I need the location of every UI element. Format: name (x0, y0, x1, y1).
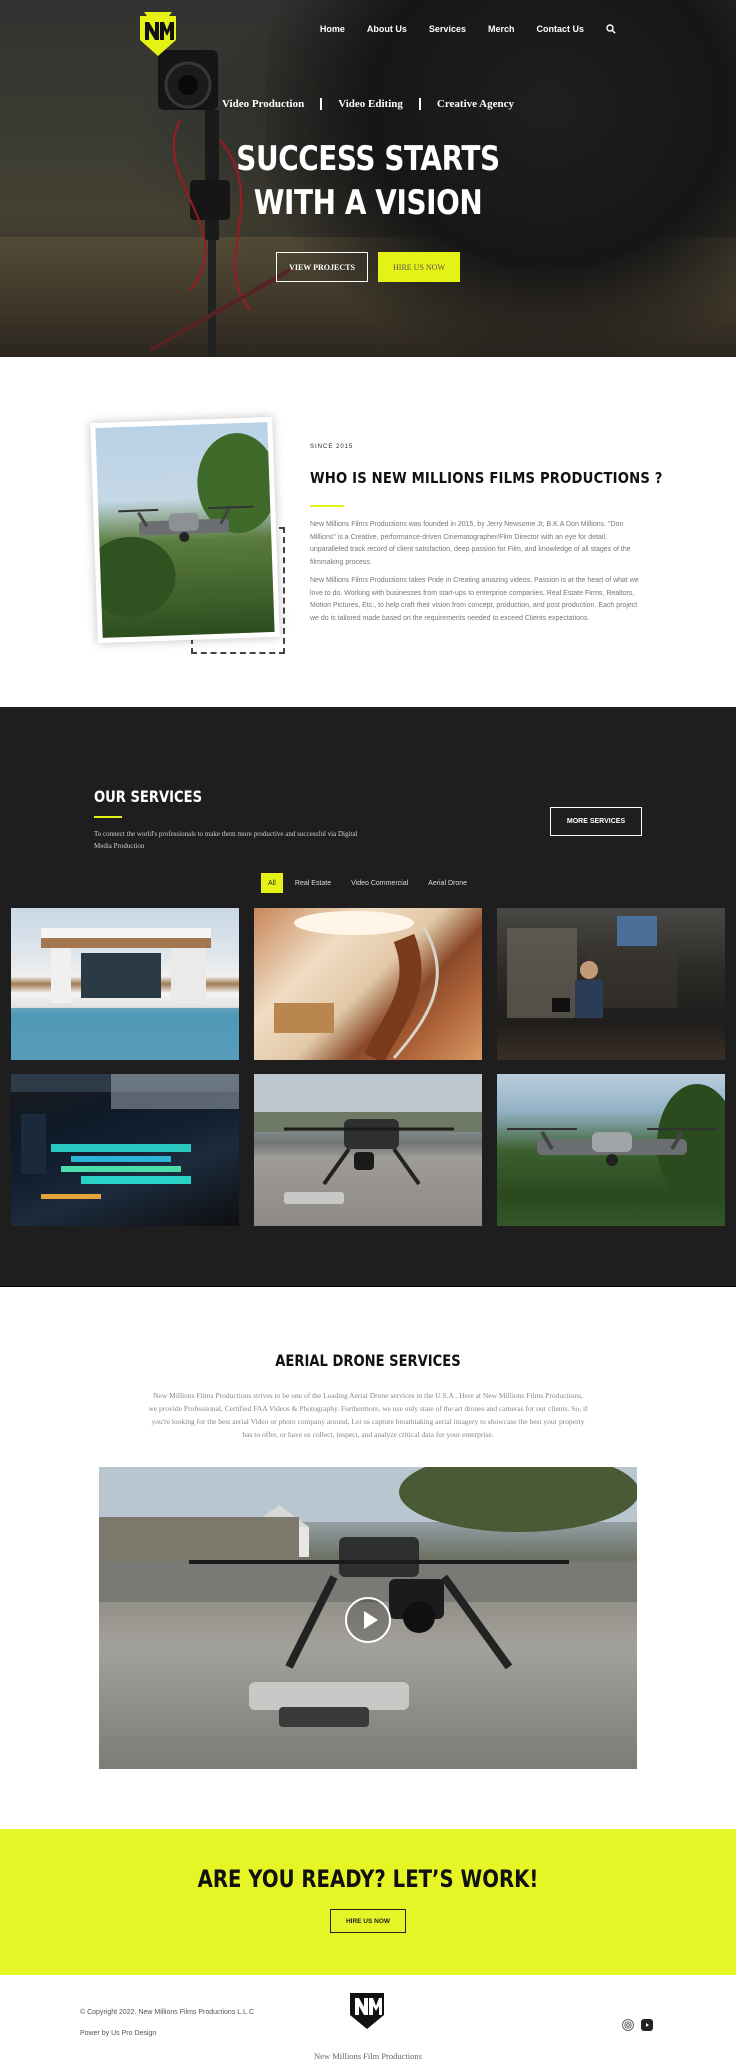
hero-service-video-production: Video Production (222, 98, 305, 110)
brand-logo[interactable] (136, 10, 180, 60)
drone-video[interactable] (99, 1467, 637, 1769)
portfolio-item-drone-flying[interactable] (497, 1074, 725, 1226)
footer: © Copyright 2022. New Millions Films Pro… (0, 1975, 736, 2071)
cta-hire-us-button[interactable]: HIRE US NOW (330, 1909, 406, 1933)
nav-about-us[interactable]: About Us (367, 24, 407, 34)
footer-logo[interactable] (346, 1987, 388, 2033)
copyright-text: © Copyright 2022. New Millions Films Pro… (80, 2009, 255, 2016)
cta-title: ARE YOU READY? LET’S WORK! (197, 1865, 539, 1893)
portfolio-item-modern-house[interactable] (11, 908, 239, 1060)
drone-title: AERIAL DRONE SERVICES (275, 1351, 461, 1370)
filter-aerial-drone[interactable]: Aerial Drone (420, 873, 475, 893)
hero-title: SUCCESS STARTS WITH A VISION (66, 137, 670, 225)
portfolio-filters: All Real Estate Video Commercial Aerial … (0, 873, 736, 893)
drone-description: New Millions Films Productions strives t… (148, 1391, 588, 1439)
search-icon[interactable] (606, 24, 616, 34)
hero-service-video-editing: Video Editing (338, 98, 403, 110)
filter-real-estate[interactable]: Real Estate (287, 873, 339, 893)
powered-by-link[interactable]: Power by Us Pro Design (80, 2030, 156, 2037)
portfolio-item-interview-set[interactable] (497, 908, 725, 1060)
nav-services[interactable]: Services (429, 24, 466, 34)
portfolio-item-video-editing[interactable] (11, 1074, 239, 1226)
portfolio-grid (11, 908, 725, 1226)
hero-title-line-2: WITH A VISION (253, 183, 483, 223)
portfolio-item-staircase-interior[interactable] (254, 908, 482, 1060)
nav-merch[interactable]: Merch (488, 24, 515, 34)
title-underline (310, 505, 344, 507)
view-projects-button[interactable]: VIEW PROJECTS (276, 252, 368, 282)
cta-section: ARE YOU READY? LET’S WORK! HIRE US NOW (0, 1829, 736, 1975)
hero-buttons: VIEW PROJECTS HIRE US NOW (0, 252, 736, 282)
hero-service-creative-agency: Creative Agency (436, 98, 514, 110)
footer-brand-name: New Millions Film Productions (314, 2051, 422, 2061)
hero-section: Home About Us Services Merch Contact Us … (0, 0, 736, 357)
drone-photo (95, 422, 275, 638)
filter-all[interactable]: All (260, 873, 283, 893)
about-photo-frame (90, 416, 280, 644)
youtube-icon[interactable] (641, 2019, 653, 2031)
more-services-button[interactable]: MORE SERVICES (550, 807, 642, 836)
filter-video-commercial[interactable]: Video Commercial (343, 873, 416, 893)
hero-title-line-1: SUCCESS STARTS (236, 139, 500, 179)
since-label: SINCE 2015 (310, 444, 354, 450)
nav-home[interactable]: Home (320, 24, 345, 34)
about-title: WHO IS NEW MILLIONS FILMS PRODUCTIONS ? (310, 469, 663, 487)
nav-contact-us[interactable]: Contact Us (536, 24, 584, 34)
play-icon[interactable] (345, 1597, 391, 1643)
services-section: OUR SERVICES To connect the world's prof… (0, 707, 736, 1287)
about-paragraph-1: New Millions Films Productions was found… (310, 521, 631, 566)
main-nav: Home About Us Services Merch Contact Us (320, 24, 616, 34)
about-section: SINCE 2015 WHO IS NEW MILLIONS FILMS PRO… (0, 357, 736, 707)
about-paragraph-2: New Millions Films Productions takes Pri… (310, 577, 639, 622)
hire-us-button[interactable]: HIRE US NOW (378, 252, 460, 282)
services-description: To connect the world's professionals to … (94, 830, 358, 850)
instagram-icon[interactable] (622, 2019, 634, 2031)
portfolio-item-drones-ground[interactable] (254, 1074, 482, 1226)
aerial-drone-section: AERIAL DRONE SERVICES New Millions Films… (0, 1287, 736, 1829)
services-title: OUR SERVICES (94, 787, 203, 806)
hero-services-strip: Video Production Video Editing Creative … (0, 98, 736, 110)
title-underline (94, 816, 122, 818)
